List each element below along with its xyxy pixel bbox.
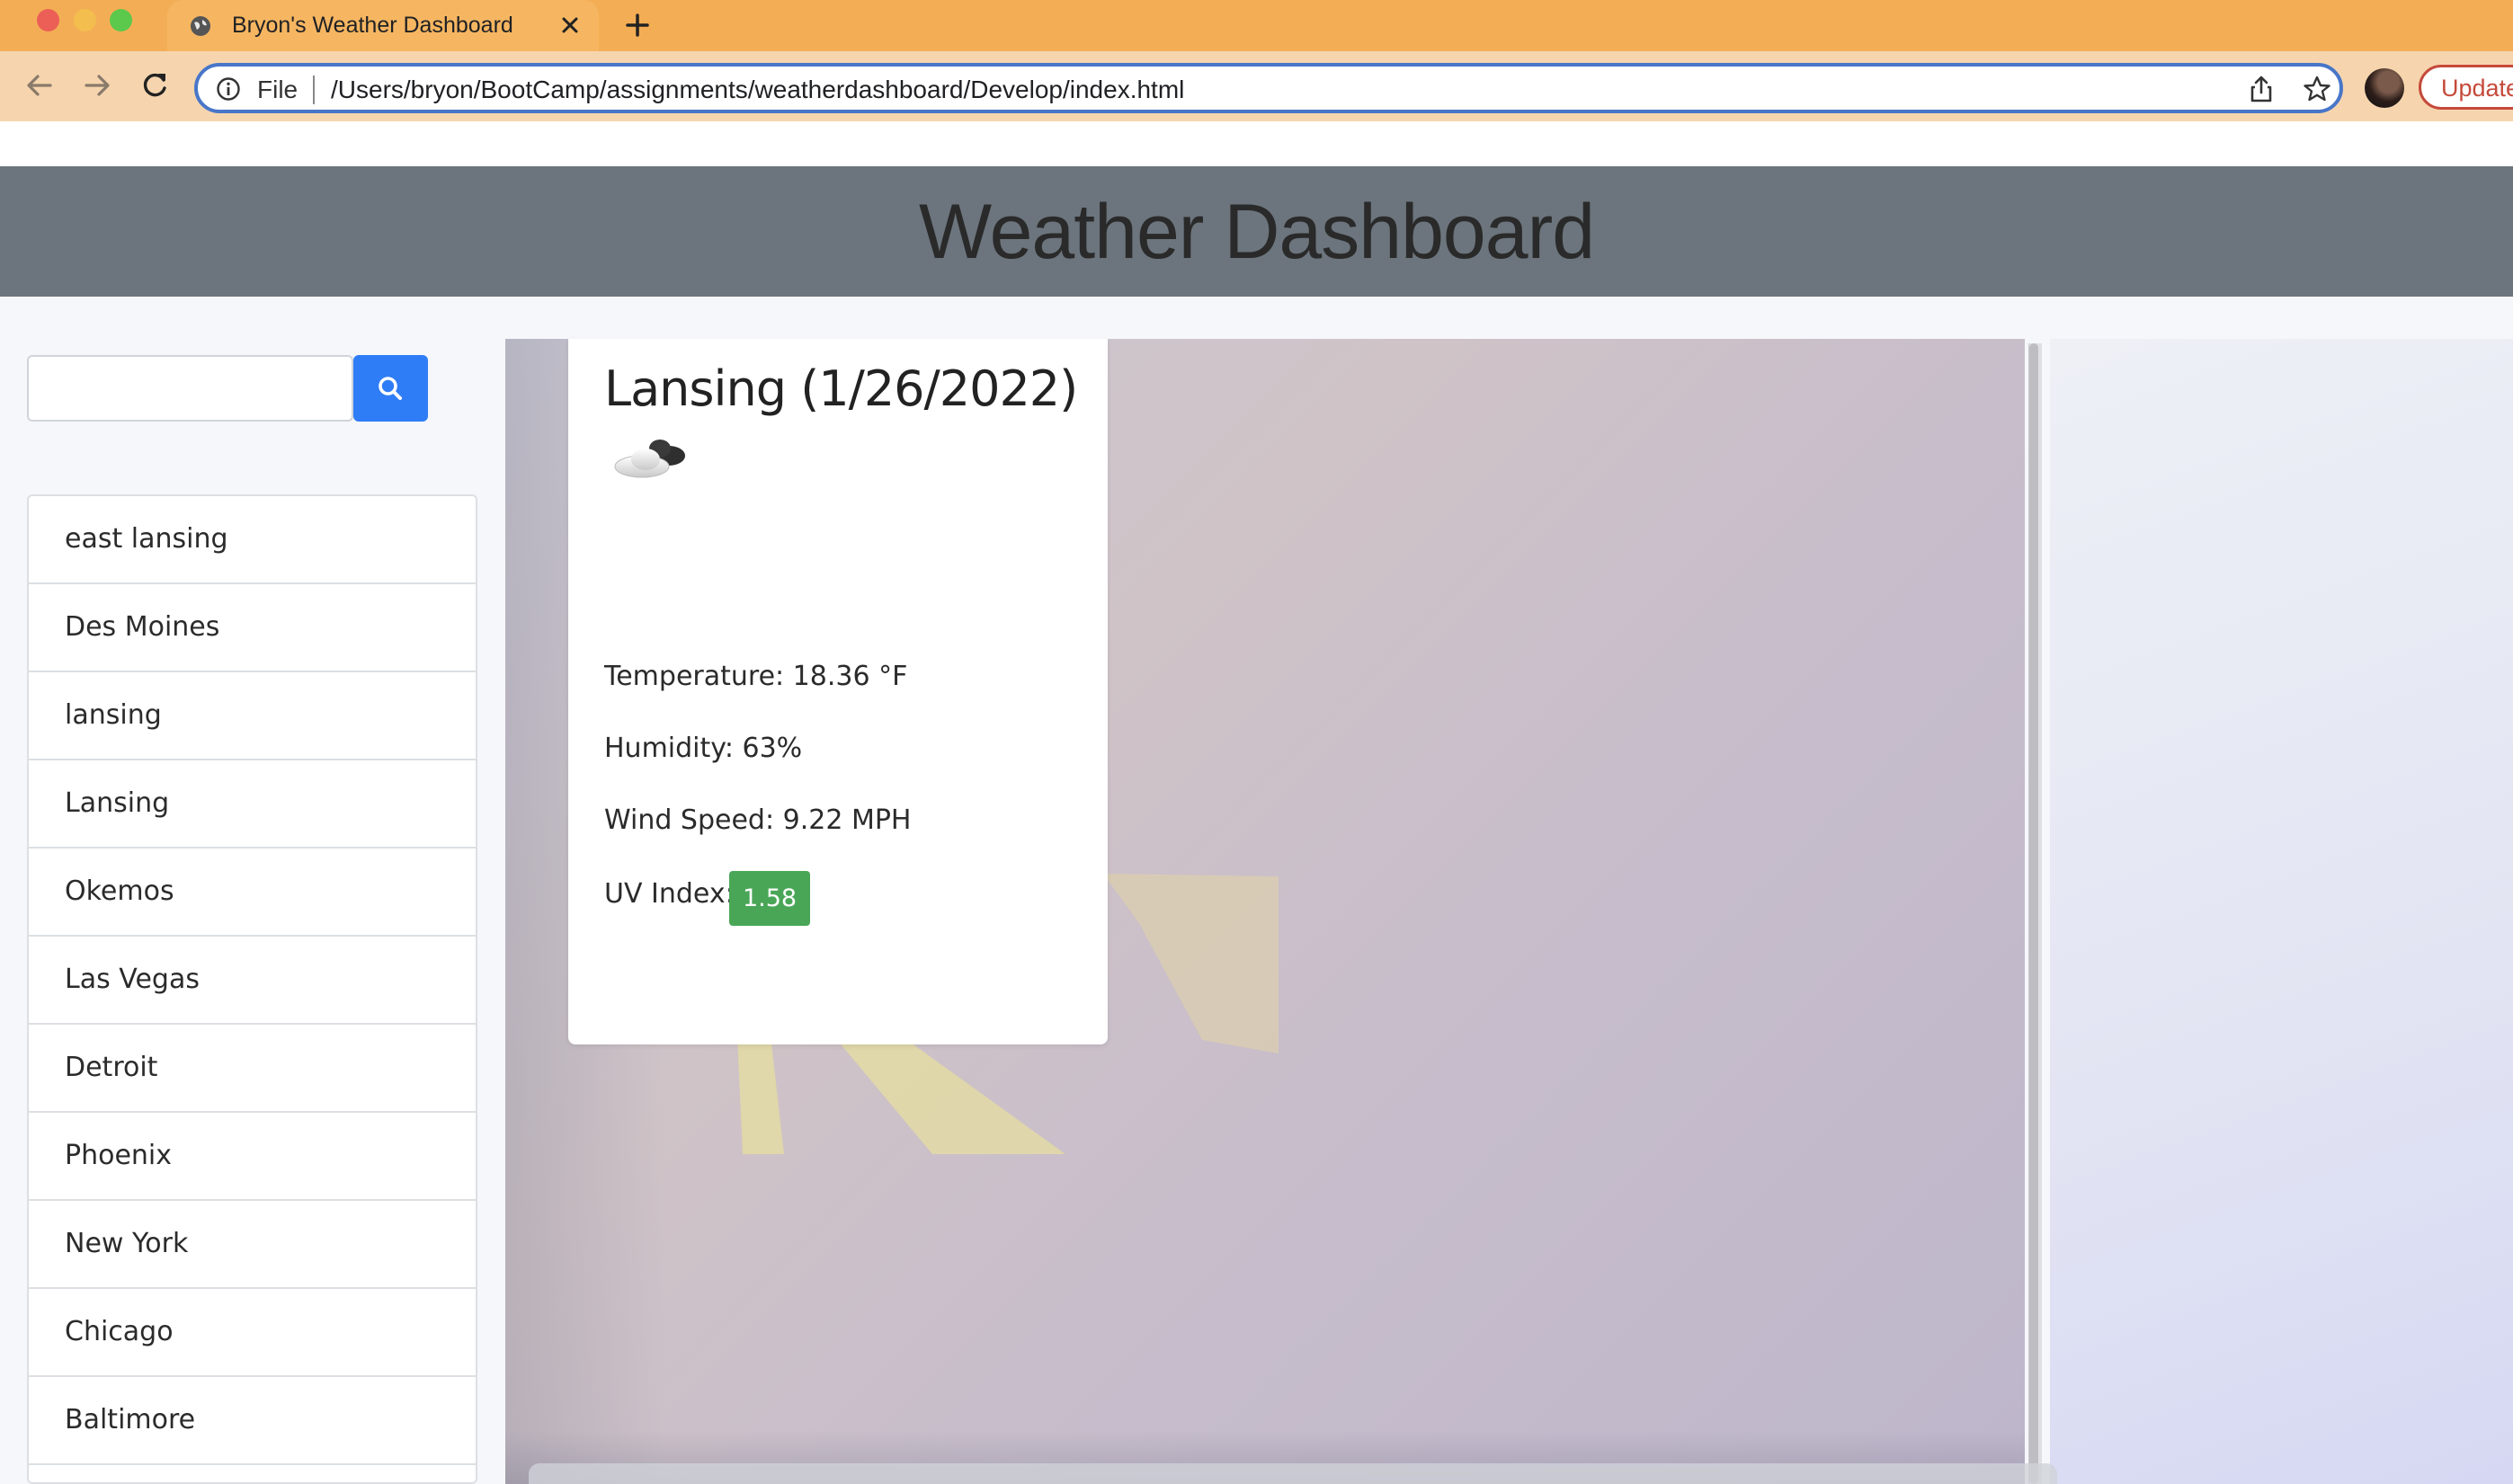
scrollbar-thumb[interactable] — [2029, 343, 2038, 1484]
city-search-input[interactable] — [27, 355, 353, 422]
url-text[interactable]: /Users/bryon/BootCamp/assignments/weathe… — [331, 76, 1184, 104]
history-item-lansing-lower[interactable]: lansing — [29, 672, 476, 760]
history-item-lansing[interactable]: Lansing — [29, 760, 476, 849]
tab-title: Bryon's Weather Dashboard — [232, 13, 513, 38]
search-history-list: east lansing Des Moines lansing Lansing … — [27, 494, 477, 1484]
history-item-des-moines[interactable]: Des Moines — [29, 584, 476, 672]
globe-icon — [191, 16, 210, 36]
new-tab-icon[interactable] — [624, 12, 651, 39]
current-city-date: Lansing (1/26/2022) — [604, 360, 1078, 417]
panel-scrollbar[interactable] — [2028, 343, 2042, 1484]
history-item-east-lansing[interactable]: east lansing — [29, 496, 476, 584]
close-tab-icon[interactable] — [559, 14, 581, 36]
file-scheme-label: File — [257, 76, 299, 103]
history-item-las-vegas[interactable]: Las Vegas — [29, 937, 476, 1025]
share-icon[interactable] — [2246, 74, 2277, 104]
macos-dock — [529, 1463, 2057, 1484]
page-header: Weather Dashboard — [0, 166, 2513, 297]
top-spacer — [0, 121, 2513, 166]
omnibox-divider — [313, 76, 315, 104]
humidity-text: Humidity: 63% — [604, 733, 803, 764]
search-icon — [379, 377, 402, 400]
history-item-new-york[interactable]: New York — [29, 1201, 476, 1289]
forward-arrow-icon[interactable] — [81, 69, 113, 102]
window-maximize-button[interactable] — [110, 9, 132, 31]
browser-tab-bar: Bryon's Weather Dashboard — [0, 0, 2513, 51]
update-button[interactable]: Update — [2419, 65, 2513, 110]
page-title: Weather Dashboard — [918, 189, 1595, 275]
bookmark-star-icon[interactable] — [2302, 74, 2332, 104]
back-arrow-icon[interactable] — [23, 69, 56, 102]
history-item-chicago[interactable]: Chicago — [29, 1289, 476, 1377]
window-minimize-button[interactable] — [74, 9, 96, 31]
info-icon[interactable] — [216, 76, 241, 102]
history-item-baltimore[interactable]: Baltimore — [29, 1377, 476, 1465]
current-weather-card: Lansing (1/26/2022) Temperature: 18.36 °… — [568, 339, 1108, 1044]
uv-index-badge: 1.58 — [729, 871, 810, 926]
history-item-okemos[interactable]: Okemos — [29, 849, 476, 937]
wind-speed-text: Wind Speed: 9.22 MPH — [604, 804, 912, 836]
window-close-button[interactable] — [37, 9, 59, 31]
history-item-detroit[interactable]: Detroit — [29, 1025, 476, 1113]
cloud-moon-icon — [614, 440, 685, 478]
page-viewport: Weather Dashboard east lansing Des Moine… — [0, 121, 2513, 1484]
search-button[interactable] — [353, 355, 428, 422]
reload-icon[interactable] — [138, 69, 171, 102]
uv-index-label: UV Index: — [604, 878, 735, 910]
temperature-text: Temperature: 18.36 °F — [604, 661, 908, 692]
browser-tab[interactable]: Bryon's Weather Dashboard — [167, 0, 599, 51]
history-item-phoenix[interactable]: Phoenix — [29, 1113, 476, 1201]
right-background — [2050, 339, 2513, 1484]
address-bar[interactable]: File /Users/bryon/BootCamp/assignments/w… — [194, 63, 2343, 113]
profile-avatar[interactable] — [2365, 68, 2404, 108]
